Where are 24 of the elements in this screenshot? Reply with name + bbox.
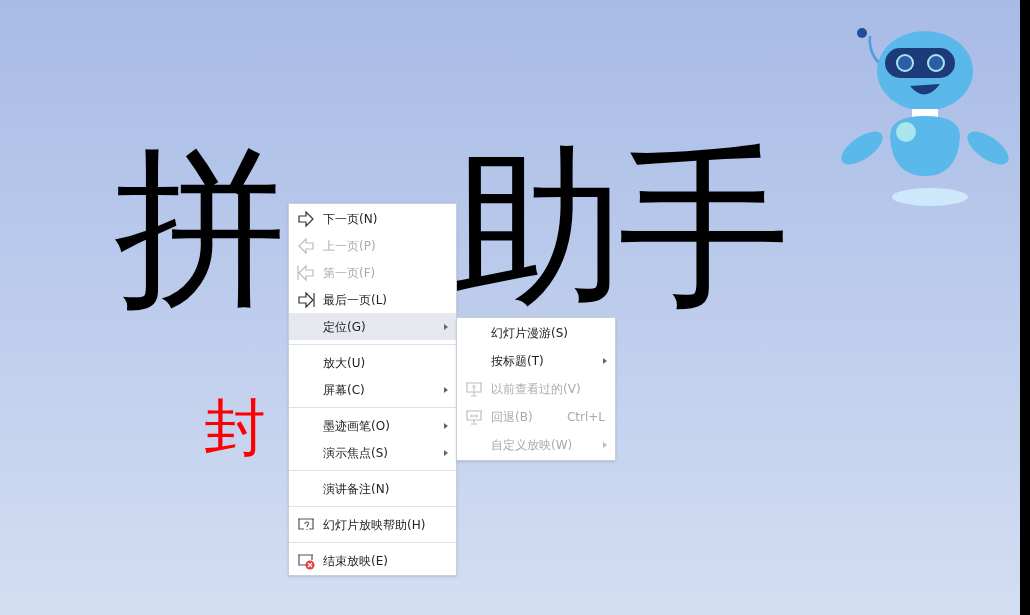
submenu-caret-icon <box>444 323 448 330</box>
upload-screen-icon <box>465 380 483 398</box>
submenu-caret-icon <box>444 386 448 393</box>
back-screen-icon <box>465 408 483 426</box>
slide-title: 拼 <box>114 128 286 328</box>
menu-item[interactable]: 按标题(T) <box>457 347 615 375</box>
menu-item[interactable]: 演示焦点(S) <box>289 439 456 466</box>
left-arrow-icon <box>297 236 315 255</box>
right-arrow-icon <box>297 290 315 309</box>
menu-item[interactable]: 结束放映(E) <box>289 547 456 574</box>
menu-item[interactable]: 定位(G) <box>289 313 456 340</box>
end-show-icon <box>297 551 315 570</box>
menu-item[interactable]: 幻灯片放映帮助(H) <box>289 511 456 538</box>
left-arrow-icon <box>297 263 315 282</box>
submenu-caret-icon <box>603 442 607 448</box>
menu-item[interactable]: 屏幕(C) <box>289 376 456 403</box>
menu-item[interactable]: 放大(U) <box>289 349 456 376</box>
menu-item[interactable]: 墨迹画笔(O) <box>289 412 456 439</box>
slide-subtitle: 封 <box>204 390 266 466</box>
submenu-caret-icon <box>603 358 607 364</box>
submenu-caret-icon <box>444 449 448 456</box>
menu-item[interactable]: 演讲备注(N) <box>289 475 456 502</box>
submenu-caret-icon <box>444 422 448 429</box>
right-arrow-icon <box>297 209 315 228</box>
